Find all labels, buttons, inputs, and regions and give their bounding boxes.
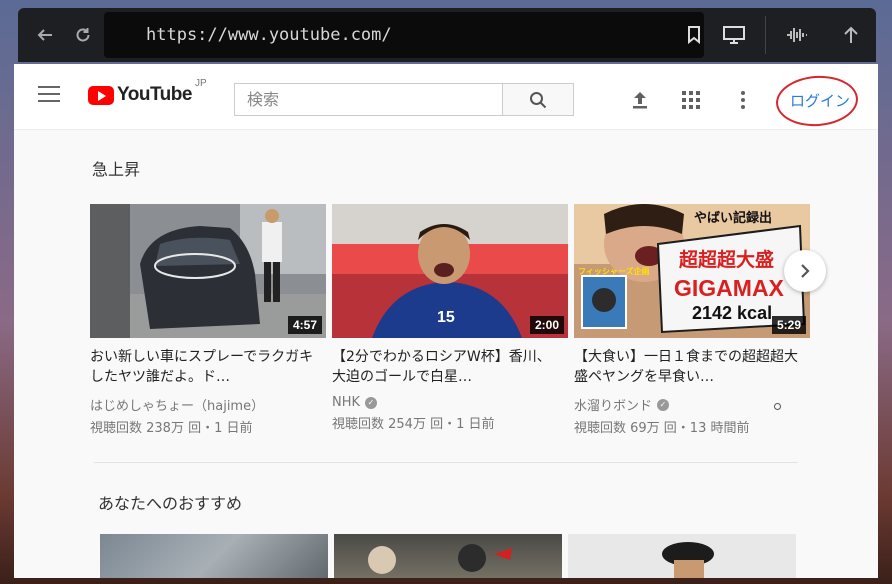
masthead: YouTube JP ログイン bbox=[14, 64, 878, 130]
video-meta: 視聴回数 69万 回・13 時間前 bbox=[574, 421, 750, 436]
video-card[interactable]: やばい記録出 超超超大盛 GIGAMAX 2142 kcal フィッシャーズ企画… bbox=[574, 204, 810, 436]
recommended-thumb-graphic bbox=[368, 544, 512, 574]
recommended-shelf bbox=[100, 534, 796, 578]
logo-wordmark: YouTube bbox=[117, 84, 192, 105]
waveform-icon bbox=[787, 28, 807, 42]
reload-icon bbox=[76, 28, 90, 42]
shelf-next-button[interactable] bbox=[784, 250, 826, 292]
video-card[interactable]: 15 2:00 【2分でわかるロシアW杯】香川、大迫のゴールで白星… NHK ✓ … bbox=[332, 204, 568, 436]
youtube-logo[interactable]: YouTube JP bbox=[88, 78, 207, 106]
recommended-section-title: あなたへのおすすめ bbox=[98, 494, 243, 513]
video-thumbnail[interactable]: 15 2:00 bbox=[332, 204, 568, 338]
bookmark-icon bbox=[688, 26, 700, 44]
thumb-text-kcal: 2142 kcal bbox=[692, 303, 772, 323]
reload-button[interactable] bbox=[64, 16, 102, 54]
video-thumbnail[interactable]: 4:57 bbox=[90, 204, 326, 338]
verified-badge-icon: ✓ bbox=[365, 396, 378, 409]
apps-grid-icon bbox=[682, 91, 700, 109]
video-duration: 2:00 bbox=[529, 316, 564, 334]
trending-shelf: 4:57 おい新しい車にスプレーでラクガキしたヤツ誰だよ。ド… はじめしゃちょー… bbox=[90, 204, 810, 436]
bookmark-button[interactable] bbox=[677, 16, 711, 54]
channel-name[interactable]: NHK ✓ bbox=[332, 395, 568, 410]
video-thumbnail[interactable] bbox=[100, 534, 328, 578]
back-button[interactable] bbox=[26, 16, 64, 54]
video-card[interactable]: 4:57 おい新しい車にスプレーでラクガキしたヤツ誰だよ。ド… はじめしゃちょー… bbox=[90, 204, 326, 436]
thumb-text-chouchou: 超超超大盛 bbox=[678, 248, 774, 271]
verified-badge-icon: ✓ bbox=[657, 398, 670, 411]
video-title[interactable]: 【2分でわかるロシアW杯】香川、大迫のゴールで白星… bbox=[332, 347, 564, 387]
video-thumbnail[interactable] bbox=[568, 534, 796, 578]
channel-name-text: NHK bbox=[332, 395, 361, 410]
video-duration: 5:29 bbox=[771, 316, 806, 334]
thumb-text-badge: フィッシャーズ企画 bbox=[578, 266, 649, 276]
scroll-top-button[interactable] bbox=[834, 16, 868, 54]
annotation-circle bbox=[774, 73, 860, 129]
video-title[interactable]: 【大食い】一日１食までの超超超大盛ペヤングを早食い… bbox=[574, 347, 806, 387]
svg-text:15: 15 bbox=[437, 309, 455, 326]
upload-icon bbox=[633, 92, 647, 109]
video-title[interactable]: おい新しい車にスプレーでラクガキしたヤツ誰だよ。ド… bbox=[90, 347, 322, 387]
more-vert-icon bbox=[741, 91, 745, 109]
browser-toolbar: https://www.youtube.com/ bbox=[18, 8, 876, 62]
audio-button[interactable] bbox=[780, 16, 814, 54]
trending-section-title: 急上昇 bbox=[92, 160, 141, 179]
chevron-right-icon bbox=[801, 264, 810, 278]
search-icon bbox=[530, 91, 547, 108]
back-arrow-icon bbox=[37, 29, 52, 41]
more-options-button[interactable] bbox=[731, 88, 755, 112]
video-thumbnail[interactable]: やばい記録出 超超超大盛 GIGAMAX 2142 kcal フィッシャーズ企画… bbox=[574, 204, 810, 338]
search-button[interactable] bbox=[502, 83, 574, 116]
thumb-text-record: やばい記録出 bbox=[694, 210, 772, 226]
video-duration: 4:57 bbox=[287, 316, 322, 334]
menu-button[interactable] bbox=[38, 86, 60, 104]
video-menu-dot[interactable] bbox=[774, 403, 781, 410]
toolbar-divider bbox=[765, 16, 766, 54]
channel-name-text: はじめしゃちょー（hajime） bbox=[90, 399, 265, 414]
thumb-text-gigamax: GIGAMAX bbox=[674, 275, 785, 301]
search-box bbox=[234, 83, 574, 116]
cast-button[interactable] bbox=[717, 16, 751, 54]
upload-button[interactable] bbox=[628, 88, 652, 112]
video-meta: 視聴回数 238万 回・1 日前 bbox=[90, 421, 253, 436]
arrow-up-icon bbox=[844, 26, 858, 43]
apps-button[interactable] bbox=[679, 88, 703, 112]
youtube-page: YouTube JP ログイン 急上昇 bbox=[14, 64, 878, 578]
monitor-icon bbox=[723, 26, 745, 44]
channel-name[interactable]: はじめしゃちょー（hajime） bbox=[90, 395, 326, 414]
recommended-thumb-graphic bbox=[662, 542, 714, 578]
play-logo-icon bbox=[88, 85, 114, 105]
video-meta: 視聴回数 254万 回・1 日前 bbox=[332, 417, 495, 432]
video-thumbnail[interactable] bbox=[334, 534, 562, 578]
address-bar-url: https://www.youtube.com/ bbox=[146, 25, 392, 45]
address-bar[interactable]: https://www.youtube.com/ bbox=[104, 12, 704, 58]
section-divider bbox=[94, 462, 798, 463]
search-input[interactable] bbox=[234, 83, 502, 116]
channel-name-text: 水溜りボンド bbox=[574, 399, 653, 414]
region-code: JP bbox=[194, 78, 207, 89]
